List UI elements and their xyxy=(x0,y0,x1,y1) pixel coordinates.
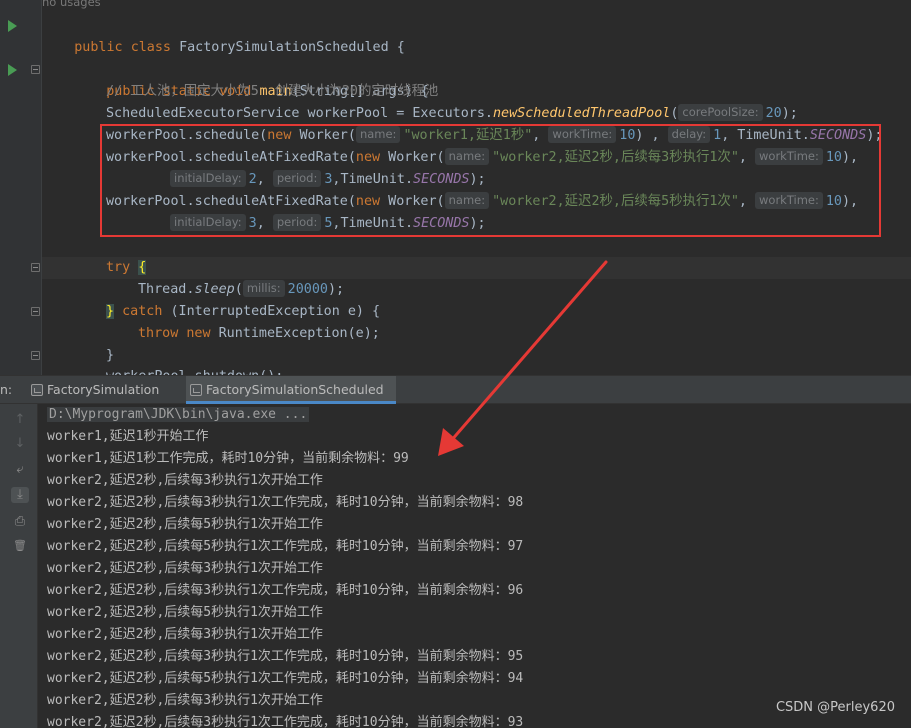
current-line-highlight xyxy=(42,257,911,279)
arrow-up-icon[interactable]: ↑ xyxy=(11,412,29,428)
method-name: sleep xyxy=(194,282,235,297)
method-name: newScheduledThreadPool xyxy=(492,106,671,121)
tab-label: FactorySimulationScheduled xyxy=(206,382,384,397)
console-line: worker2,延迟2秒,后续每3秒执行1次开始工作 xyxy=(47,693,323,708)
number-literal: 20000 xyxy=(287,282,328,297)
keyword: public xyxy=(74,40,123,55)
number-literal: 20 xyxy=(765,106,782,121)
console-line: D:\Myprogram\JDK\bin\java.exe ... xyxy=(47,404,310,426)
code-editor[interactable]: no usages public class FactorySimulation… xyxy=(0,0,911,375)
console-line: worker2,延迟2秒,后续每3秒执行1次开始工作 xyxy=(47,473,323,488)
console-line: worker2,延迟2秒,后续每3秒执行1次工作完成，耗时10分钟，当前剩余物料… xyxy=(47,583,524,598)
console-toolbar: ↑ ↓ ⤶ ⤓ ⎙ 🗑 xyxy=(0,404,38,728)
code-text: ScheduledExecutorService workerPool = Ex… xyxy=(106,106,493,121)
console-line: worker1,延迟1秒工作完成，耗时10分钟，当前剩余物料：99 xyxy=(47,451,409,466)
console-line: worker2,延迟2秒,后续每5秒执行1次开始工作 xyxy=(47,517,323,532)
console-line: worker2,延迟2秒,后续每3秒执行1次工作完成，耗时10分钟，当前剩余物料… xyxy=(47,495,524,510)
fold-catch-icon[interactable] xyxy=(31,307,40,316)
code-line-close-brace: } xyxy=(106,348,115,363)
code-line-class: public class FactorySimulationScheduled … xyxy=(42,15,405,55)
run-config-icon xyxy=(31,384,43,396)
console-line: worker2,延迟2秒,后续每5秒执行1次开始工作 xyxy=(47,605,323,620)
soft-wrap-icon[interactable]: ⤶ xyxy=(11,462,29,478)
fold-try-icon[interactable] xyxy=(31,263,40,272)
fold-main-icon[interactable] xyxy=(31,65,40,74)
csdn-watermark: CSDN @Perley620 xyxy=(775,700,895,715)
keyword: catch xyxy=(122,304,163,319)
code-text: ( xyxy=(234,282,243,297)
console-line: worker2,延迟2秒,后续每3秒执行1次开始工作 xyxy=(47,561,323,576)
run-tool-window-tabs: n: FactorySimulation× FactorySimulationS… xyxy=(0,375,911,425)
brace: { xyxy=(396,40,405,55)
console-line: worker2,延迟2秒,后续每3秒执行1次工作完成，耗时10分钟，当前剩余物料… xyxy=(47,649,524,664)
class-name: FactorySimulationScheduled xyxy=(179,40,389,55)
scroll-to-end-icon[interactable]: ⤓ xyxy=(11,487,29,503)
parameter-hint: millis: xyxy=(242,280,285,297)
code-line-main: public static void main(String[] args) { xyxy=(74,59,429,99)
code-text: RuntimeException(e); xyxy=(218,326,380,341)
console-line: worker2,延迟2秒,后续每3秒执行1次工作完成，耗时10分钟，当前剩余物料… xyxy=(47,715,524,728)
code-text: (InterruptedException e) { xyxy=(170,304,381,319)
print-icon[interactable]: ⎙ xyxy=(11,514,29,530)
fold-close-icon[interactable] xyxy=(31,351,40,360)
code-text: Thread. xyxy=(138,282,195,297)
console-line: worker2,延迟2秒,后续每5秒执行1次工作完成，耗时10分钟，当前剩余物料… xyxy=(47,671,524,686)
run-main-icon[interactable] xyxy=(8,64,17,76)
console-line: worker2,延迟2秒,后续每3秒执行1次开始工作 xyxy=(47,627,323,642)
run-class-icon[interactable] xyxy=(8,20,17,32)
console-line: worker2,延迟2秒,后续每5秒执行1次工作完成，耗时10分钟，当前剩余物料… xyxy=(47,539,524,554)
java-command: D:\Myprogram\JDK\bin\java.exe ... xyxy=(47,407,310,422)
annotation-highlight-box xyxy=(100,124,881,237)
code-line-comment: // 工人池，固定大小为5 创建大小为20的定时线程池 xyxy=(106,84,439,99)
code-line-partial: workerPool.shutdown(); xyxy=(106,366,283,375)
keyword: try xyxy=(106,260,131,275)
tool-window-title: n: xyxy=(0,382,13,397)
matched-brace: { xyxy=(138,260,147,275)
run-config-icon xyxy=(190,384,202,396)
code-line-try: try { xyxy=(106,257,147,279)
keyword: throw xyxy=(138,326,179,341)
parameter-hint: corePoolSize: xyxy=(678,104,763,121)
code-text: ( xyxy=(670,106,679,121)
usages-hint: no usages xyxy=(42,0,101,9)
editor-gutter xyxy=(0,0,42,375)
keyword: class xyxy=(130,40,171,55)
code-line-executor: ScheduledExecutorService workerPool = Ex… xyxy=(106,103,798,125)
tab-factory-simulation-scheduled[interactable]: FactorySimulationScheduled× xyxy=(186,376,396,425)
arrow-down-icon[interactable]: ↓ xyxy=(11,436,29,452)
tab-factory-simulation[interactable]: FactorySimulation× xyxy=(27,376,175,425)
code-text: ); xyxy=(327,282,345,297)
console-output[interactable]: D:\Myprogram\JDK\bin\java.exe ... worker… xyxy=(39,404,911,728)
keyword: new xyxy=(186,326,211,341)
console-line: worker1,延迟1秒开始工作 xyxy=(47,429,209,444)
code-line-throw: throw new RuntimeException(e); xyxy=(138,323,380,345)
trash-icon[interactable]: 🗑 xyxy=(11,538,29,554)
code-line-catch: } catch (InterruptedException e) { xyxy=(106,301,380,323)
matched-brace: } xyxy=(106,304,115,319)
code-text: ); xyxy=(781,106,798,121)
tab-label: FactorySimulation xyxy=(47,382,160,397)
code-line-sleep: Thread.sleep(millis: 20000); xyxy=(138,279,344,301)
